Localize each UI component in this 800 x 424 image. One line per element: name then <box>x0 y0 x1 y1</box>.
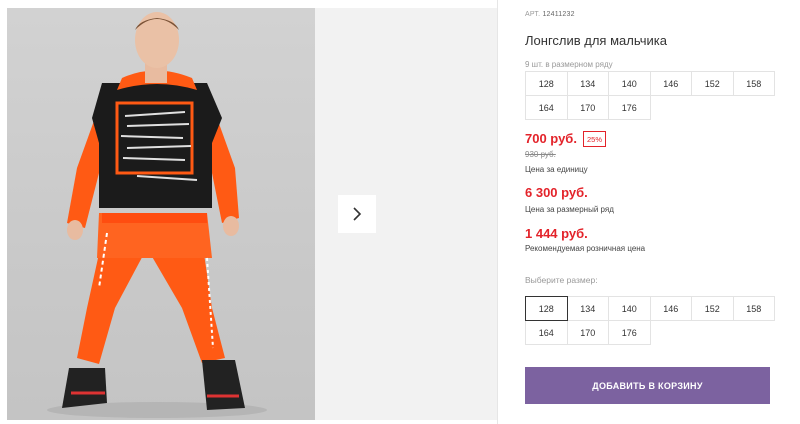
size-option[interactable]: 158 <box>732 296 775 321</box>
article-number: АРТ. 12411232 <box>525 11 575 18</box>
boy-in-orange-outfit-image <box>47 12 267 418</box>
recommended-retail-price-note: Рекомендуемая розничная цена <box>525 244 646 253</box>
size-row-cell: 152 <box>691 71 734 96</box>
size-row-price-note: Цена за размерный ряд <box>525 205 614 214</box>
size-picker: 128 134 140 146 152 158 164 170 176 <box>525 296 775 345</box>
next-image-button[interactable] <box>338 195 376 233</box>
size-row-cell: 146 <box>649 71 692 96</box>
size-row-count: 9 шт. в размерном ряду <box>525 60 613 69</box>
size-option[interactable]: 170 <box>566 320 609 345</box>
size-option[interactable]: 176 <box>608 320 651 345</box>
size-row-cell: 128 <box>525 71 568 96</box>
article-value: 12411232 <box>542 11 575 18</box>
size-option[interactable]: 140 <box>608 296 651 321</box>
size-option[interactable]: 164 <box>525 320 568 345</box>
add-to-cart-button[interactable]: ДОБАВИТЬ В КОРЗИНУ <box>525 367 770 404</box>
size-row-grid: 128 134 140 146 152 158 164 170 176 <box>525 71 775 120</box>
chevron-right-icon <box>353 207 362 221</box>
size-row-cell: 134 <box>566 71 609 96</box>
product-title: Лонгслив для мальчика <box>525 33 667 48</box>
size-option-selected[interactable]: 128 <box>525 296 568 321</box>
size-option[interactable]: 152 <box>691 296 734 321</box>
recommended-retail-price: 1 444 руб. <box>525 226 588 241</box>
size-option[interactable]: 146 <box>649 296 692 321</box>
size-row-price: 6 300 руб. <box>525 185 588 200</box>
product-gallery <box>0 0 497 424</box>
size-row-cell: 164 <box>525 95 568 120</box>
article-label: АРТ. <box>525 11 541 18</box>
unit-price-note: Цена за единицу <box>525 165 588 174</box>
size-row-cell: 158 <box>732 71 775 96</box>
choose-size-label: Выберите размер: <box>525 275 598 285</box>
size-row-cell: 176 <box>608 95 651 120</box>
old-price: 930 руб. <box>525 150 556 159</box>
size-row-cell: 140 <box>608 71 651 96</box>
size-row-cell: 170 <box>566 95 609 120</box>
unit-price: 700 руб. <box>525 131 577 146</box>
discount-badge: 25% <box>583 131 607 147</box>
product-photo <box>7 8 315 420</box>
size-option[interactable]: 134 <box>566 296 609 321</box>
column-divider <box>497 0 498 424</box>
